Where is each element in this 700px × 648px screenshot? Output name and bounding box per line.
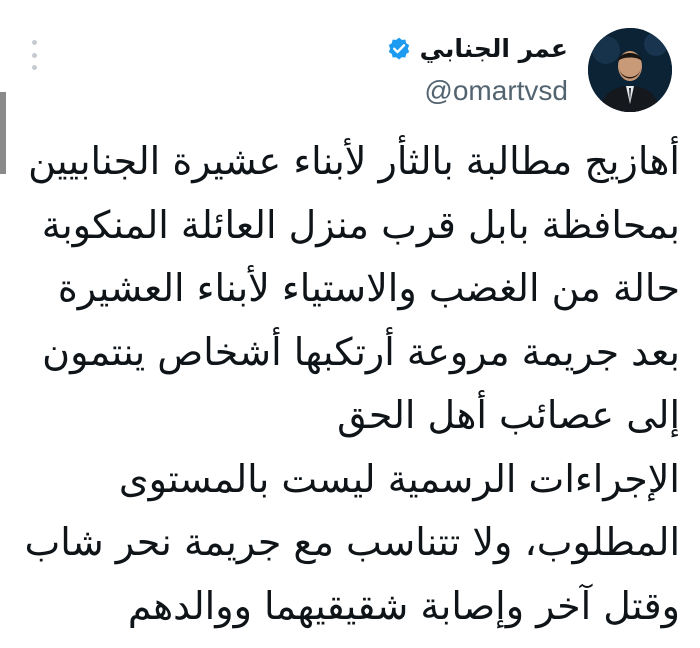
tweet-line: بعد جريمة مروعة أرتكبها أشخاص ينتمون — [42, 329, 680, 374]
tweet-line: أهازيج مطالبة بالثأر لأبناء عشيرة الجناب… — [28, 139, 680, 183]
verified-badge-icon — [386, 36, 412, 62]
more-dot — [31, 52, 37, 58]
profile-photo-icon — [588, 28, 672, 112]
more-options-icon[interactable] — [28, 40, 40, 70]
display-name[interactable]: عمر الجنابي — [420, 32, 568, 66]
left-edge-bar — [0, 92, 6, 174]
tweet-line: وقتل آخر وإصابة شقيقيهما ووالدهم — [127, 583, 680, 628]
more-dot — [31, 65, 37, 70]
avatar[interactable] — [588, 28, 672, 112]
tweet-line: الإجراءات الرسمية ليست بالمستوى — [118, 456, 680, 501]
name-row: عمر الجنابي — [386, 32, 568, 66]
user-info: عمر الجنابي @omartvsd — [386, 32, 568, 108]
tweet-header: عمر الجنابي @omartvsd — [386, 28, 672, 112]
tweet-line: بمحافظة بابل قرب منزل العائلة المنكوبة — [41, 202, 680, 247]
user-handle[interactable]: @omartvsd — [424, 74, 568, 108]
tweet-text: أهازيج مطالبة بالثأر لأبناء عشيرة الجناب… — [20, 130, 680, 638]
tweet-line: حالة من الغضب والاستياء لأبناء العشيرة — [57, 266, 680, 310]
tweet-line: إلى عصائب أهل الحق — [337, 393, 680, 437]
more-dot — [31, 40, 37, 45]
tweet-line: المطلوب، ولا تتناسب مع جريمة نحر شاب — [24, 520, 680, 564]
